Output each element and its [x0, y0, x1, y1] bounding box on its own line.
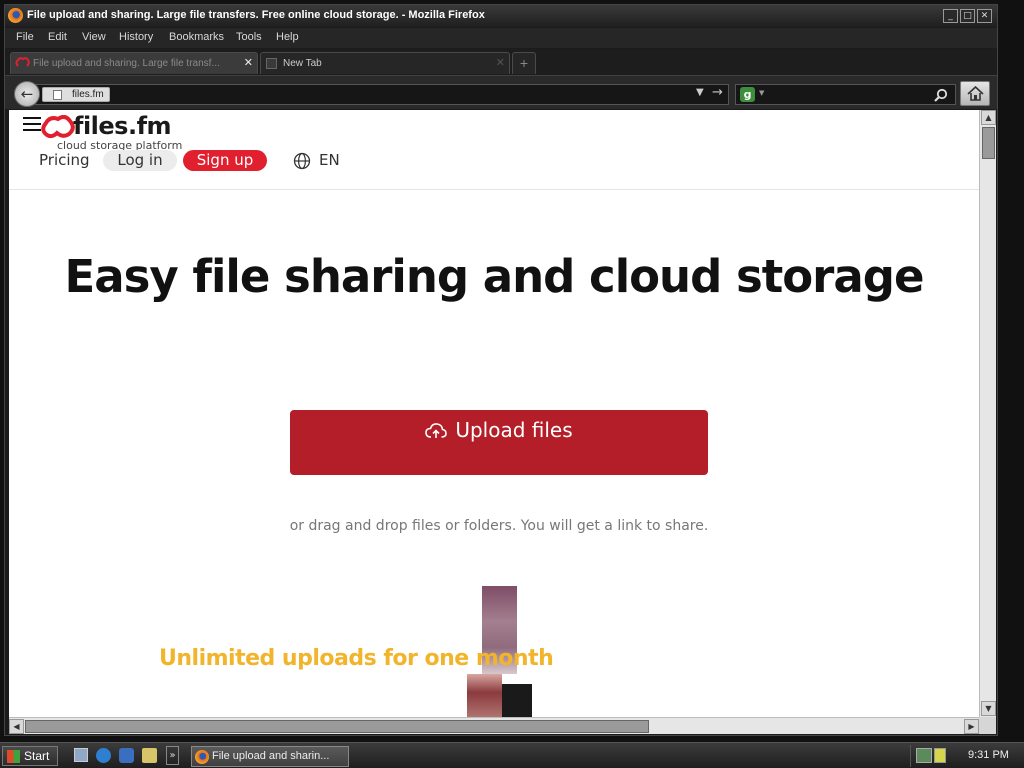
close-tab-icon[interactable]: ✕ — [244, 56, 253, 69]
url-bar[interactable]: files.fm ▼ → — [35, 84, 729, 105]
firefox-icon — [8, 8, 23, 23]
start-button[interactable]: Start — [2, 746, 58, 766]
google-icon[interactable]: g — [740, 87, 755, 102]
history-dropdown-icon[interactable]: ▼ — [696, 87, 704, 98]
taskbar-item-label: File upload and sharin... — [212, 750, 330, 762]
navigation-toolbar: files.fm ▼ → ← g ▼ — [5, 75, 997, 109]
plus-icon: + — [519, 55, 529, 71]
menu-tools[interactable]: Tools — [236, 31, 262, 43]
vertical-scrollbar[interactable]: ▲ ▼ — [979, 110, 996, 717]
horizontal-scroll-thumb[interactable] — [25, 720, 649, 733]
language-label: EN — [319, 151, 340, 169]
outlook-icon[interactable] — [119, 748, 134, 763]
site-identity-label: files.fm — [72, 89, 104, 100]
scroll-down-icon[interactable]: ▼ — [981, 701, 996, 716]
menu-edit[interactable]: Edit — [48, 31, 67, 43]
window-title: File upload and sharing. Large file tran… — [27, 9, 485, 21]
site-header: files.fm cloud storage platform Pricing … — [9, 110, 979, 190]
pricing-link[interactable]: Pricing — [39, 151, 90, 169]
start-label: Start — [24, 749, 50, 763]
search-bar[interactable]: g ▼ — [735, 84, 956, 105]
scrollbar-corner — [979, 717, 996, 734]
maximize-button[interactable]: □ — [960, 9, 975, 23]
scroll-right-icon[interactable]: ▶ — [964, 719, 979, 734]
security-icon[interactable] — [934, 748, 946, 763]
menu-history[interactable]: History — [119, 31, 153, 43]
explorer-icon[interactable] — [142, 748, 157, 763]
files-fm-favicon-icon — [15, 57, 30, 67]
taskbar-firefox-item[interactable]: File upload and sharin... — [191, 746, 349, 767]
system-tray: 9:31 PM — [910, 745, 1022, 767]
files-fm-logo[interactable]: files.fm cloud storage platform — [41, 112, 182, 153]
login-button[interactable]: Log in — [103, 150, 177, 171]
back-button[interactable]: ← — [14, 81, 40, 107]
url-input[interactable] — [118, 87, 678, 102]
scroll-left-icon[interactable]: ◀ — [9, 719, 24, 734]
minimize-button[interactable]: _ — [943, 9, 958, 23]
upload-button-label: Upload files — [455, 418, 573, 442]
tab-bar: File upload and sharing. Large file tran… — [5, 49, 997, 75]
new-tab-button[interactable]: + — [512, 52, 536, 74]
show-desktop-icon[interactable] — [74, 748, 88, 762]
menu-view[interactable]: View — [82, 31, 106, 43]
tab-title: File upload and sharing. Large file tran… — [33, 58, 220, 69]
desktop: File upload and sharing. Large file tran… — [0, 0, 1024, 768]
globe-icon — [293, 152, 311, 170]
chevron-right-icon[interactable]: » — [166, 746, 179, 765]
title-bar[interactable]: File upload and sharing. Large file tran… — [5, 5, 997, 27]
tab-files-fm[interactable]: File upload and sharing. Large file tran… — [10, 52, 258, 74]
logo-text: files.fm — [73, 112, 172, 140]
upload-button-content: Upload files — [290, 418, 708, 442]
close-tab-icon[interactable]: ✕ — [496, 56, 505, 69]
hero-title: Easy file sharing and cloud storage — [64, 250, 925, 303]
close-window-button[interactable]: ✕ — [977, 9, 992, 23]
language-selector[interactable]: EN — [289, 150, 369, 172]
menu-bookmarks[interactable]: Bookmarks — [169, 31, 224, 43]
cloud-upload-icon — [425, 423, 448, 438]
clock[interactable]: 9:31 PM — [968, 749, 1009, 761]
site-identity-button[interactable]: files.fm — [42, 87, 110, 102]
engine-dropdown-icon[interactable]: ▼ — [759, 89, 764, 97]
promo-image — [467, 674, 502, 717]
windows-logo-icon — [7, 750, 20, 763]
drag-drop-hint: or drag and drop files or folders. You w… — [289, 518, 709, 534]
internet-explorer-icon[interactable] — [96, 748, 111, 763]
promo-text: Unlimited uploads for one month — [159, 646, 554, 671]
search-icon[interactable] — [933, 88, 949, 103]
horizontal-scrollbar[interactable]: ◀ ▶ — [9, 717, 979, 734]
tab-new-tab[interactable]: New Tab ✕ — [260, 52, 510, 74]
page-icon — [266, 58, 277, 69]
menu-help[interactable]: Help — [276, 31, 299, 43]
hamburger-menu-icon[interactable] — [23, 117, 41, 131]
go-arrow-icon[interactable]: → — [712, 85, 723, 100]
firefox-window: File upload and sharing. Large file tran… — [4, 4, 998, 736]
signup-button[interactable]: Sign up — [183, 150, 267, 171]
tab-title: New Tab — [283, 58, 322, 69]
taskbar: Start » File upload and sharin... 9:31 P… — [0, 742, 1024, 768]
back-arrow-icon: ← — [20, 85, 34, 103]
page-icon — [53, 90, 62, 100]
scroll-up-icon[interactable]: ▲ — [981, 110, 996, 125]
firefox-icon — [195, 750, 209, 764]
logo-cloud-icon — [41, 115, 75, 139]
menu-file[interactable]: File — [16, 31, 34, 43]
menu-bar: File Edit View History Bookmarks Tools H… — [5, 28, 997, 48]
page-content: files.fm cloud storage platform Pricing … — [9, 110, 979, 717]
network-icon[interactable] — [916, 748, 932, 763]
promo-image — [502, 684, 532, 717]
vertical-scroll-thumb[interactable] — [982, 127, 995, 159]
home-button[interactable] — [960, 81, 990, 106]
home-icon — [967, 86, 984, 101]
upload-files-button[interactable]: Upload files — [290, 410, 708, 475]
